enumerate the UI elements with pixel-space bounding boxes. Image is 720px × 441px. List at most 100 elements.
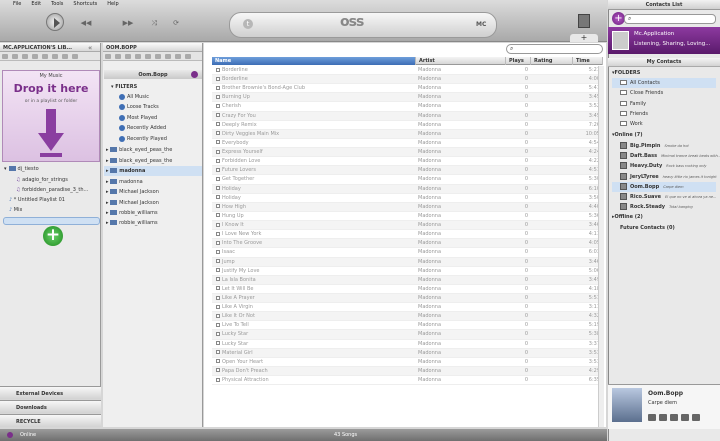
avatar[interactable]: [612, 31, 629, 50]
table-row[interactable]: Like A Prayer Madonna 0 5:51: [212, 294, 603, 304]
online-label[interactable]: Online: [20, 432, 36, 438]
table-row[interactable]: Get Together Madonna 0 5:30: [212, 175, 603, 185]
lib-track-2[interactable]: ♫ forbidden_paradise_3_th...: [16, 187, 100, 193]
filter-most-played[interactable]: Most Played: [104, 113, 202, 123]
chat-icon[interactable]: [670, 414, 678, 421]
table-row[interactable]: Like It Or Not Madonna 0 4:32: [212, 312, 603, 322]
previous-icon[interactable]: ◀◀: [80, 19, 92, 27]
table-row[interactable]: La Isla Bonita Madonna 0 3:49: [212, 275, 603, 285]
contact-row[interactable]: Oom.Bopp Carpe diem: [612, 181, 716, 192]
contact-row[interactable]: Rico.Suave El que no ve al ahora ya ne...: [612, 192, 716, 202]
track-checkbox[interactable]: [216, 204, 220, 209]
external-devices-button[interactable]: External Devices: [0, 386, 101, 399]
track-checkbox[interactable]: [216, 76, 220, 81]
menu-file[interactable]: File: [13, 1, 21, 9]
track-checkbox[interactable]: [216, 249, 220, 254]
mc-badge[interactable]: MC: [476, 21, 486, 28]
track-checkbox[interactable]: [216, 113, 220, 118]
track-checkbox[interactable]: [216, 331, 220, 336]
table-row[interactable]: Borderline Madonna 0 5:21: [212, 66, 603, 76]
share-icon[interactable]: [681, 414, 689, 421]
next-icon[interactable]: ▶▶: [122, 19, 134, 27]
recycle-button[interactable]: RECYCLE: [0, 414, 101, 427]
menu-edit[interactable]: Edit: [31, 1, 41, 9]
table-row[interactable]: Physical Attraction Madonna 0 6:35: [212, 376, 603, 386]
contact-folder-family[interactable]: Family: [612, 99, 716, 109]
track-checkbox[interactable]: [216, 158, 220, 163]
track-checkbox[interactable]: [216, 195, 220, 200]
play-button[interactable]: [46, 13, 64, 31]
collapse-icon[interactable]: «: [88, 44, 92, 52]
table-row[interactable]: Cherish Madonna 0 3:52: [212, 102, 603, 112]
table-row[interactable]: Brother Brownie's Bond-Age Club Madonna 0 5…: [212, 84, 603, 94]
track-checkbox[interactable]: [216, 350, 220, 355]
track-checkbox[interactable]: [216, 213, 220, 218]
profile-icon[interactable]: [578, 14, 590, 28]
artist-folder[interactable]: ▸ robbie_williams: [104, 208, 202, 218]
more-icon[interactable]: [692, 414, 700, 421]
track-checkbox[interactable]: [216, 122, 220, 127]
offline-group-heading[interactable]: ▸Offline (2): [612, 212, 716, 222]
table-row[interactable]: Holiday Madonna 0 3:50: [212, 194, 603, 203]
track-checkbox[interactable]: [216, 140, 220, 145]
column-rating[interactable]: Rating: [531, 57, 573, 65]
lib-track-1[interactable]: ♫ adagio_for_strings: [16, 177, 68, 183]
track-checkbox[interactable]: [216, 186, 220, 191]
track-checkbox[interactable]: [216, 103, 220, 108]
menu-shortcuts[interactable]: Shortcuts: [73, 1, 97, 9]
contact-row[interactable]: Heavy.Duty Rock bass rocking only: [612, 161, 716, 171]
table-row[interactable]: Crazy For You Madonna 0 3:45: [212, 111, 603, 121]
track-checkbox[interactable]: [216, 131, 220, 136]
table-row[interactable]: Burning Up Madonna 0 3:45: [212, 93, 603, 103]
contact-row[interactable]: JeryLTyree heavy little rio james it toni…: [612, 172, 717, 182]
table-scrollbar[interactable]: [598, 66, 604, 427]
table-row[interactable]: Let It Will Be Madonna 0 4:18: [212, 285, 603, 294]
track-checkbox[interactable]: [216, 240, 220, 245]
column-plays[interactable]: Plays: [506, 57, 531, 65]
table-row[interactable]: Material Girl Madonna 0 3:53: [212, 348, 603, 358]
track-checkbox[interactable]: [216, 377, 220, 382]
table-row[interactable]: Dirty Veggies Main Mix Madonna 0 10:05: [212, 129, 603, 139]
filters-heading[interactable]: ▾ FILTERS: [104, 82, 202, 92]
lib-playlist-2[interactable]: ♪ Mix: [9, 207, 22, 213]
user-status-icon[interactable]: [191, 71, 198, 78]
track-checkbox[interactable]: [216, 304, 220, 309]
table-row[interactable]: Forbidden Love Madonna 0 4:22: [212, 157, 603, 167]
table-row[interactable]: Jump Madonna 0 3:46: [212, 257, 603, 267]
menu-help[interactable]: Help: [107, 1, 118, 9]
artist-folder[interactable]: ▸ black_eyed_peas_the: [104, 156, 202, 166]
table-row[interactable]: Into The Groove Madonna 0 4:05: [212, 239, 603, 249]
contact-row[interactable]: Big.Pimpin Smoke da hot: [612, 141, 716, 151]
track-checkbox[interactable]: [216, 277, 220, 282]
track-checkbox[interactable]: [216, 359, 220, 364]
shuffle-icon[interactable]: ⤨: [148, 19, 160, 27]
table-row[interactable]: Justify My Love Madonna 0 5:06: [212, 267, 603, 276]
track-checkbox[interactable]: [216, 368, 220, 373]
track-checkbox[interactable]: [216, 295, 220, 300]
contact-folder-work[interactable]: Work: [612, 119, 716, 129]
table-row[interactable]: Lucky Star Madonna 0 5:38: [212, 330, 603, 340]
table-row[interactable]: Like A Virgin Madonna 0 3:11: [212, 303, 603, 313]
table-row[interactable]: Deeply Remix Madonna 0 7:26: [212, 121, 603, 130]
table-row[interactable]: I Know It Madonna 0 3:46: [212, 221, 603, 231]
track-checkbox[interactable]: [216, 67, 220, 72]
table-row[interactable]: I Love New York Madonna 0 4:11: [212, 230, 603, 240]
contact-photo[interactable]: [612, 388, 642, 422]
table-row[interactable]: How High Madonna 0 4:40: [212, 202, 603, 212]
downloads-button[interactable]: Downloads: [0, 400, 101, 413]
table-row[interactable]: Isaac Madonna 0 6:03: [212, 248, 603, 258]
contacts-folders-heading[interactable]: ▾FOLDERS: [612, 68, 716, 78]
add-tab-button[interactable]: +: [570, 34, 598, 42]
table-row[interactable]: Future Lovers Madonna 0 4:51: [212, 166, 603, 176]
lib-playlist-1[interactable]: ♪ * Untitled Playlist 01: [9, 197, 65, 203]
table-row[interactable]: Hung Up Madonna 0 5:36: [212, 212, 603, 222]
track-checkbox[interactable]: [216, 313, 220, 318]
table-row[interactable]: Express Yourself Madonna 0 4:24: [212, 148, 603, 158]
new-item-row[interactable]: [3, 217, 100, 225]
table-row[interactable]: Papa Don't Preach Madonna 0 4:29: [212, 366, 603, 377]
track-checkbox[interactable]: [216, 231, 220, 236]
contact-row[interactable]: Rock.Steady Total banging: [612, 202, 716, 212]
track-checkbox[interactable]: [216, 341, 220, 346]
track-checkbox[interactable]: [216, 149, 220, 154]
profile-status[interactable]: Listening, Sharing, Loving...: [634, 41, 710, 47]
